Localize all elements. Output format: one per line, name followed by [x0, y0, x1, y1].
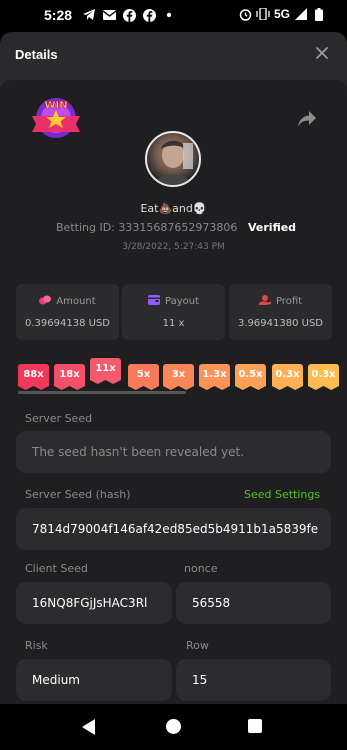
vibrate-icon — [256, 7, 270, 21]
system-nav-bar — [0, 704, 347, 750]
sheet-title: Details — [15, 47, 58, 62]
server-seed-label: Server Seed — [25, 412, 93, 425]
multiplier-chip[interactable]: 0.3x — [272, 364, 303, 386]
bet-datetime: 3/28/2022, 5:27:43 PM — [122, 242, 225, 252]
sheet-header: Details — [0, 32, 347, 78]
notification-icons — [82, 8, 176, 22]
system-icons: 5G — [238, 7, 326, 21]
dot-icon — [162, 8, 176, 22]
server-seed-hash-field[interactable]: 7814d79004f146af42ed85ed5b4911b1a5839fe — [16, 508, 331, 550]
client-seed-field[interactable]: 16NQ8FGjJsHAC3Rl — [16, 582, 172, 624]
username: Eat💩and💀 — [140, 202, 207, 215]
client-seed-label: Client Seed — [25, 562, 88, 575]
network-label: 5G — [274, 7, 291, 21]
profit-label: Profit — [275, 296, 303, 307]
win-badge-icon: WIN — [28, 94, 84, 142]
telegram-icon — [82, 8, 96, 22]
multiplier-scrollbar[interactable] — [18, 391, 186, 394]
betting-id: Betting ID: 33315687652973806 — [56, 221, 238, 234]
amount-value: 0.39694138 USD — [25, 318, 110, 329]
profit-value: 3.96941380 USD — [238, 318, 323, 329]
facebook-icon — [122, 8, 136, 22]
multiplier-chip[interactable]: 11x — [90, 358, 121, 380]
payout-stat: Payout 11 x — [122, 284, 225, 340]
mail-icon — [102, 8, 116, 22]
multiplier-chip[interactable]: 0.5x — [235, 364, 266, 386]
share-icon[interactable] — [297, 110, 317, 128]
multiplier-chip[interactable]: 1.3x — [199, 364, 230, 386]
recents-square-icon[interactable] — [248, 719, 262, 733]
multiplier-chip[interactable]: 18x — [54, 364, 85, 386]
seed-settings-link[interactable]: Seed Settings — [244, 488, 320, 501]
avatar — [145, 131, 201, 187]
nonce-label: nonce — [184, 562, 218, 575]
5g-signal-icon — [294, 7, 308, 21]
amount-stat: Amount 0.39694138 USD — [16, 284, 119, 340]
nonce-field[interactable]: 56558 — [176, 582, 331, 624]
coins-icon — [39, 295, 52, 305]
risk-label: Risk — [25, 639, 48, 652]
back-triangle-icon[interactable] — [82, 719, 95, 735]
risk-field[interactable]: Medium — [16, 659, 172, 701]
money-hand-icon — [258, 295, 271, 305]
close-icon[interactable] — [312, 45, 332, 65]
server-seed-hash-label: Server Seed (hash) — [25, 488, 131, 501]
wallet-icon — [147, 295, 160, 305]
home-circle-icon[interactable] — [166, 719, 181, 734]
multiplier-chip[interactable]: 3x — [163, 364, 194, 386]
multiplier-chip[interactable]: 5x — [128, 364, 159, 386]
multiplier-chip[interactable]: 0.3x — [308, 364, 339, 386]
alarm-icon — [238, 7, 252, 21]
multiplier-row[interactable]: 88x 18x 11x 5x 3x 1.3x 0.5x 0.3x 0.3x — [18, 358, 347, 394]
payout-label: Payout — [164, 296, 199, 307]
server-seed-field[interactable]: The seed hasn't been revealed yet. — [16, 431, 331, 473]
status-bar: 5:28 5G — [0, 0, 347, 32]
amount-label: Amount — [56, 296, 96, 307]
row-label: Row — [186, 639, 209, 652]
row-field[interactable]: 15 — [176, 659, 331, 701]
verified-label: Verified — [248, 221, 297, 234]
details-sheet: Details WIN Eat💩and💀 Betting ID: 3331568… — [0, 32, 347, 704]
battery-icon — [312, 7, 326, 21]
status-time: 5:28 — [44, 7, 73, 23]
multiplier-chip[interactable]: 88x — [18, 364, 49, 386]
profit-stat: Profit 3.96941380 USD — [229, 284, 332, 340]
payout-value: 11 x — [162, 318, 185, 329]
svg-text:WIN: WIN — [44, 100, 67, 111]
facebook-icon — [142, 8, 156, 22]
